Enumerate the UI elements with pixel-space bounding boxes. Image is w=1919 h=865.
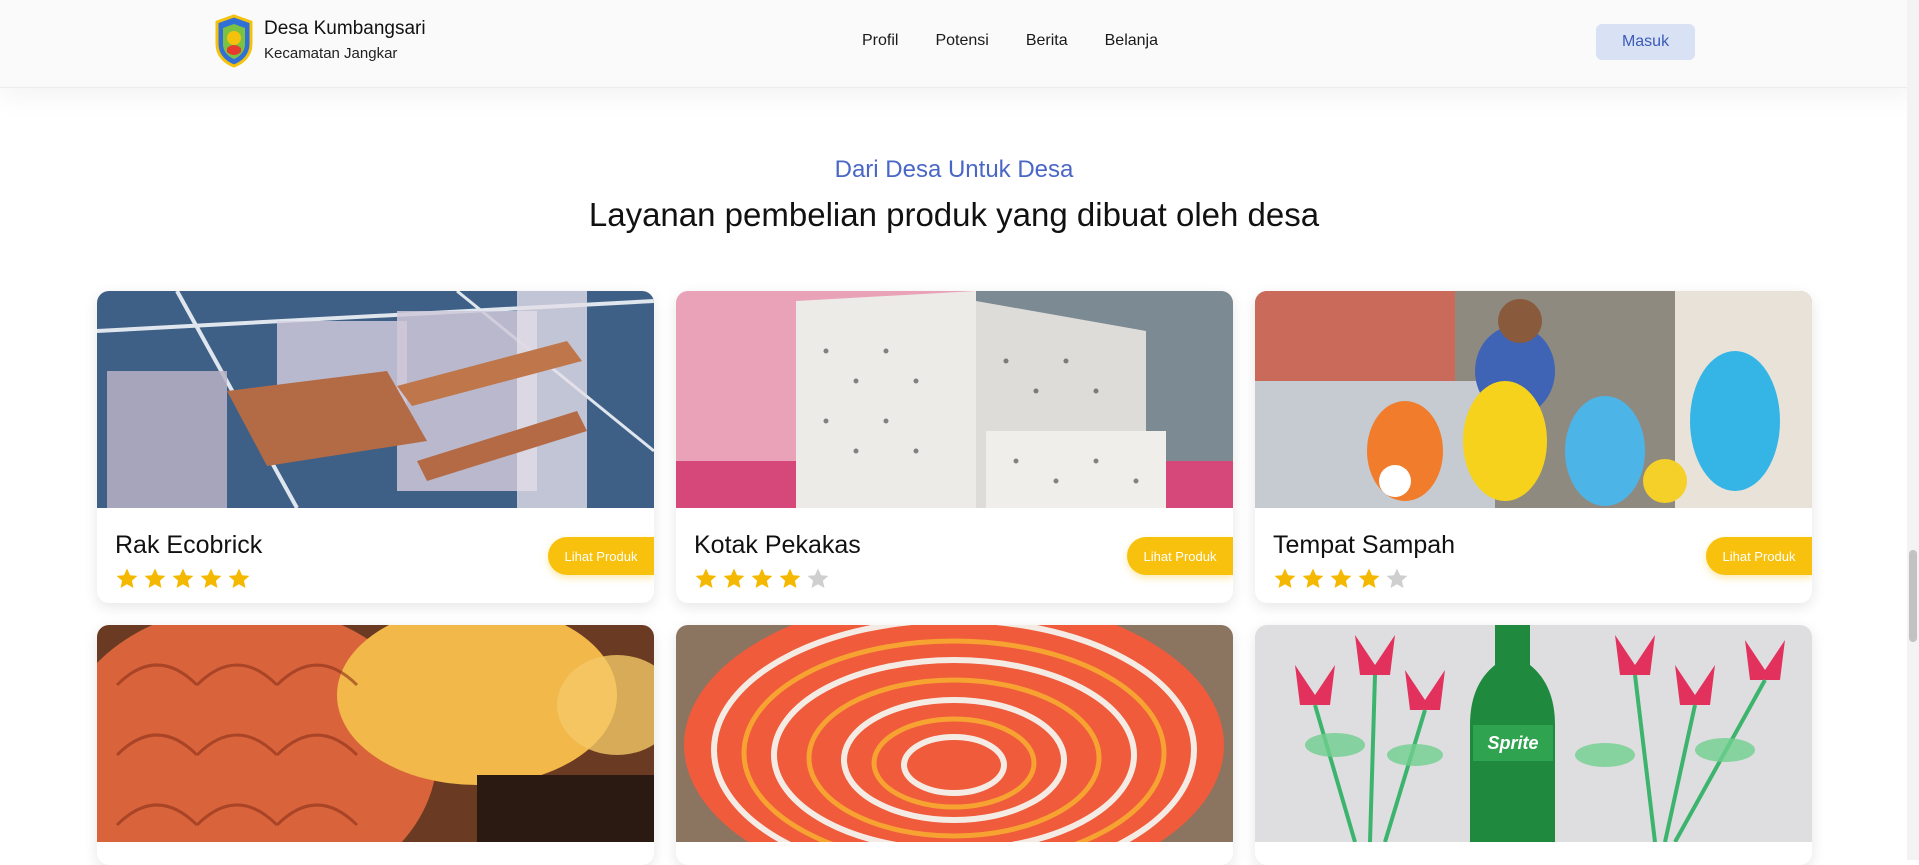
product-image[interactable]: [97, 291, 654, 508]
star-icon: [1274, 568, 1296, 588]
view-product-button[interactable]: Lihat Produk: [548, 537, 654, 575]
product-title: Kotak Pekakas: [694, 531, 861, 559]
brand[interactable]: Desa Kumbangsari Kecamatan Jangkar: [214, 14, 426, 68]
village-emblem-icon: [215, 14, 253, 68]
product-title: Rak Ecobrick: [115, 531, 263, 559]
trash-bin-image: [1255, 291, 1812, 508]
star-icon: [751, 568, 773, 588]
product-image[interactable]: [97, 625, 654, 842]
star-icon: [1302, 568, 1324, 588]
product-card-bottle-flowers[interactable]: Sprite: [1255, 625, 1812, 865]
star-icon: [1358, 568, 1380, 588]
rating-stars: [115, 567, 255, 591]
nav-potensi[interactable]: Potensi: [935, 30, 988, 52]
nav-belanja[interactable]: Belanja: [1105, 30, 1158, 52]
product-card-kotak-pekakas[interactable]: Kotak Pekakas Lihat Produk: [676, 291, 1233, 603]
star-icon: [200, 568, 222, 588]
rating-stars: [694, 567, 834, 591]
star-icon: [1386, 568, 1408, 588]
page-scrollbar[interactable]: [1907, 0, 1919, 860]
section-heading: Layanan pembelian produk yang dibuat ole…: [588, 196, 1320, 233]
storage-box-image: [676, 291, 1233, 508]
star-icon: [116, 568, 138, 588]
star-icon: [1330, 568, 1352, 588]
star-icon: [779, 568, 801, 588]
star-icon: [695, 568, 717, 588]
nav-berita[interactable]: Berita: [1026, 30, 1068, 52]
product-card-shell-lamp[interactable]: [97, 625, 654, 865]
nav-profil[interactable]: Profil: [862, 30, 898, 52]
star-icon: [172, 568, 194, 588]
product-title: Tempat Sampah: [1273, 531, 1456, 559]
brand-name: Desa Kumbangsari: [264, 18, 426, 39]
main-nav: Profil Potensi Berita Belanja: [862, 30, 1195, 52]
woven-bowl-image: [676, 625, 1233, 842]
star-icon: [144, 568, 166, 588]
product-image[interactable]: [1255, 291, 1812, 508]
view-product-button[interactable]: Lihat Produk: [1706, 537, 1812, 575]
product-image[interactable]: Sprite: [1255, 625, 1812, 842]
product-card-rak-ecobrick[interactable]: Rak Ecobrick Lihat Produk: [97, 291, 654, 603]
bottle-flowers-image: Sprite: [1255, 625, 1812, 842]
shell-lamp-image: [97, 625, 654, 842]
star-icon: [228, 568, 250, 588]
ecobrick-shelf-image: [97, 291, 654, 508]
product-image[interactable]: [676, 625, 1233, 842]
brand-subtitle: Kecamatan Jangkar: [264, 45, 398, 62]
product-image[interactable]: [676, 291, 1233, 508]
star-icon: [723, 568, 745, 588]
product-card-woven-bowl[interactable]: [676, 625, 1233, 865]
star-icon: [807, 568, 829, 588]
sprite-bottle-label: Sprite: [1487, 733, 1538, 753]
section-kicker: Dari Desa Untuk Desa: [834, 156, 1074, 183]
view-product-button[interactable]: Lihat Produk: [1127, 537, 1233, 575]
scrollbar-thumb[interactable]: [1909, 550, 1917, 642]
login-button[interactable]: Masuk: [1596, 24, 1695, 60]
product-card-tempat-sampah[interactable]: Tempat Sampah Lihat Produk: [1255, 291, 1812, 603]
rating-stars: [1273, 567, 1413, 591]
site-header: Desa Kumbangsari Kecamatan Jangkar Profi…: [0, 0, 1919, 88]
